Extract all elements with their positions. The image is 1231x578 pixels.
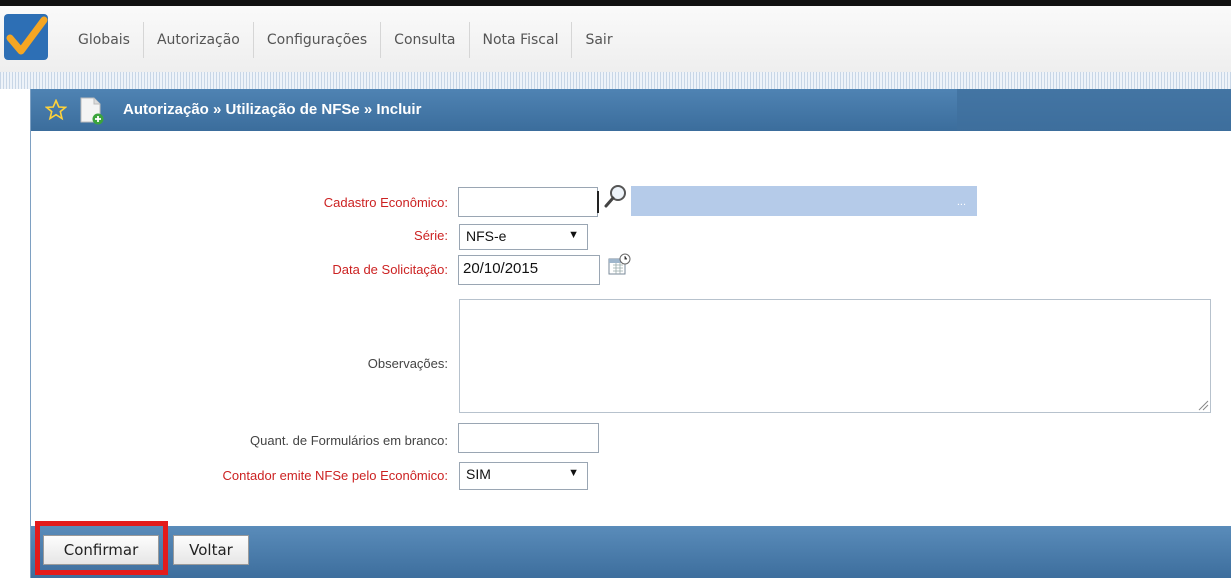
serie-select[interactable]: NFS-e ▼ xyxy=(459,224,588,250)
menu-separator-pattern xyxy=(0,72,1231,89)
search-icon[interactable] xyxy=(603,183,629,209)
data-solicitacao-input[interactable]: 20/10/2015 xyxy=(458,255,600,285)
text-cursor xyxy=(597,191,599,213)
calendar-icon[interactable] xyxy=(606,252,632,278)
back-button[interactable]: Voltar xyxy=(173,535,249,565)
menu-item-consulta[interactable]: Consulta xyxy=(380,22,468,58)
quant-label: Quant. de Formulários em branco: xyxy=(250,433,448,448)
top-menu-bar: Globais Autorização Configurações Consul… xyxy=(0,0,1231,75)
observacoes-label: Observações: xyxy=(367,356,448,371)
cadastro-description-field[interactable]: ... xyxy=(631,186,977,216)
serie-label: Série: xyxy=(414,228,448,243)
menu-item-configuracoes[interactable]: Configurações xyxy=(252,22,380,58)
menu-item-autorizacao[interactable]: Autorização xyxy=(142,22,253,58)
app-logo-icon[interactable] xyxy=(4,14,48,60)
panel-header: Autorização » Utilização de NFSe » Inclu… xyxy=(31,89,1231,131)
form-body: Cadastro Econômico: ... Série: NFS-e ▼ D… xyxy=(31,131,1231,526)
confirm-highlight-box xyxy=(35,521,168,575)
top-border xyxy=(0,0,1231,6)
menu-item-sair[interactable]: Sair xyxy=(571,22,625,58)
form-panel: Autorização » Utilização de NFSe » Inclu… xyxy=(30,89,1231,578)
main-menu: Globais Autorização Configurações Consul… xyxy=(65,22,626,58)
page-title: Autorização » Utilização de NFSe » Inclu… xyxy=(123,101,422,118)
cadastro-label: Cadastro Econômico: xyxy=(323,195,448,210)
dropdown-arrow-icon: ▼ xyxy=(568,229,579,241)
cadastro-input[interactable] xyxy=(458,187,598,217)
star-icon[interactable] xyxy=(45,99,67,121)
header-shade xyxy=(957,89,1231,131)
observacoes-textarea[interactable] xyxy=(459,299,1211,413)
contador-select[interactable]: SIM ▼ xyxy=(459,462,588,490)
dropdown-arrow-icon: ▼ xyxy=(568,467,579,479)
document-add-icon xyxy=(80,97,104,125)
menu-item-globais[interactable]: Globais xyxy=(65,22,143,58)
serie-selected-value: NFS-e xyxy=(466,228,507,244)
data-label: Data de Solicitação: xyxy=(332,262,448,277)
actions-bar: Confirmar Voltar xyxy=(31,526,1231,578)
resize-handle-icon[interactable] xyxy=(1197,399,1209,411)
quant-formularios-input[interactable] xyxy=(458,423,599,453)
contador-label: Contador emite NFSe pelo Econômico: xyxy=(222,468,448,483)
contador-selected-value: SIM xyxy=(466,466,491,482)
menu-item-nota-fiscal[interactable]: Nota Fiscal xyxy=(468,22,572,58)
